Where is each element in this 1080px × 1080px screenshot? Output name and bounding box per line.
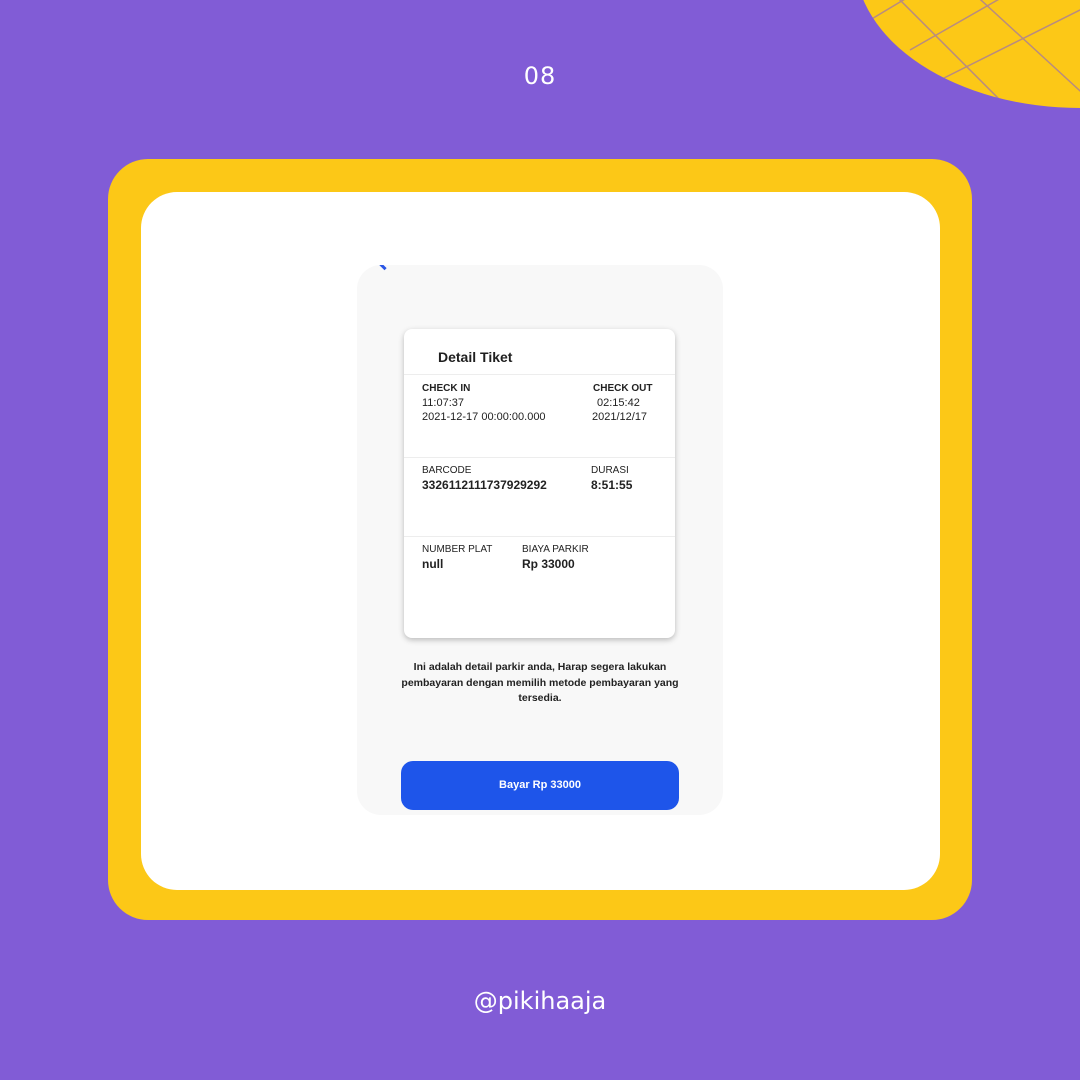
barcode-value: 3326112111737929292: [422, 478, 547, 492]
number-plat-value: null: [422, 557, 444, 571]
number-plat-label: NUMBER PLAT: [422, 544, 493, 555]
divider: [404, 536, 675, 537]
check-out-time: 02:15:42: [597, 397, 640, 409]
back-arrow-icon[interactable]: [376, 265, 393, 271]
divider: [404, 457, 675, 458]
corner-decoration: [863, 0, 1080, 108]
check-out-date: 2021/12/17: [592, 411, 648, 423]
check-out-label: CHECK OUT: [593, 383, 653, 394]
pay-button[interactable]: Bayar Rp 33000: [401, 761, 679, 810]
barcode-label: BARCODE: [422, 465, 472, 476]
app-bar: [376, 265, 549, 273]
check-in-time: 11:07:37: [422, 397, 465, 409]
ticket-title: Detail Tiket: [438, 349, 513, 365]
biaya-parkir-label: BIAYA PARKIR: [522, 544, 589, 555]
ticket-card: Detail Tiket CHECK IN 11:07:37 2021-12-1…: [404, 329, 675, 638]
page-number: 08: [523, 62, 557, 90]
payment-note: Ini adalah detail parkir anda, Harap seg…: [401, 661, 679, 704]
biaya-parkir-value: Rp 33000: [522, 557, 575, 571]
check-in-label: CHECK IN: [422, 383, 471, 394]
author-handle: @pikihaaja: [473, 987, 607, 1015]
check-in-date: 2021-12-17 00:00:00.000: [422, 411, 546, 423]
phone-screen: Detail Tiket CHECK IN 11:07:37 2021-12-1…: [357, 265, 723, 815]
durasi-value: 8:51:55: [591, 478, 633, 492]
divider: [404, 374, 675, 375]
durasi-label: DURASI: [591, 465, 629, 476]
